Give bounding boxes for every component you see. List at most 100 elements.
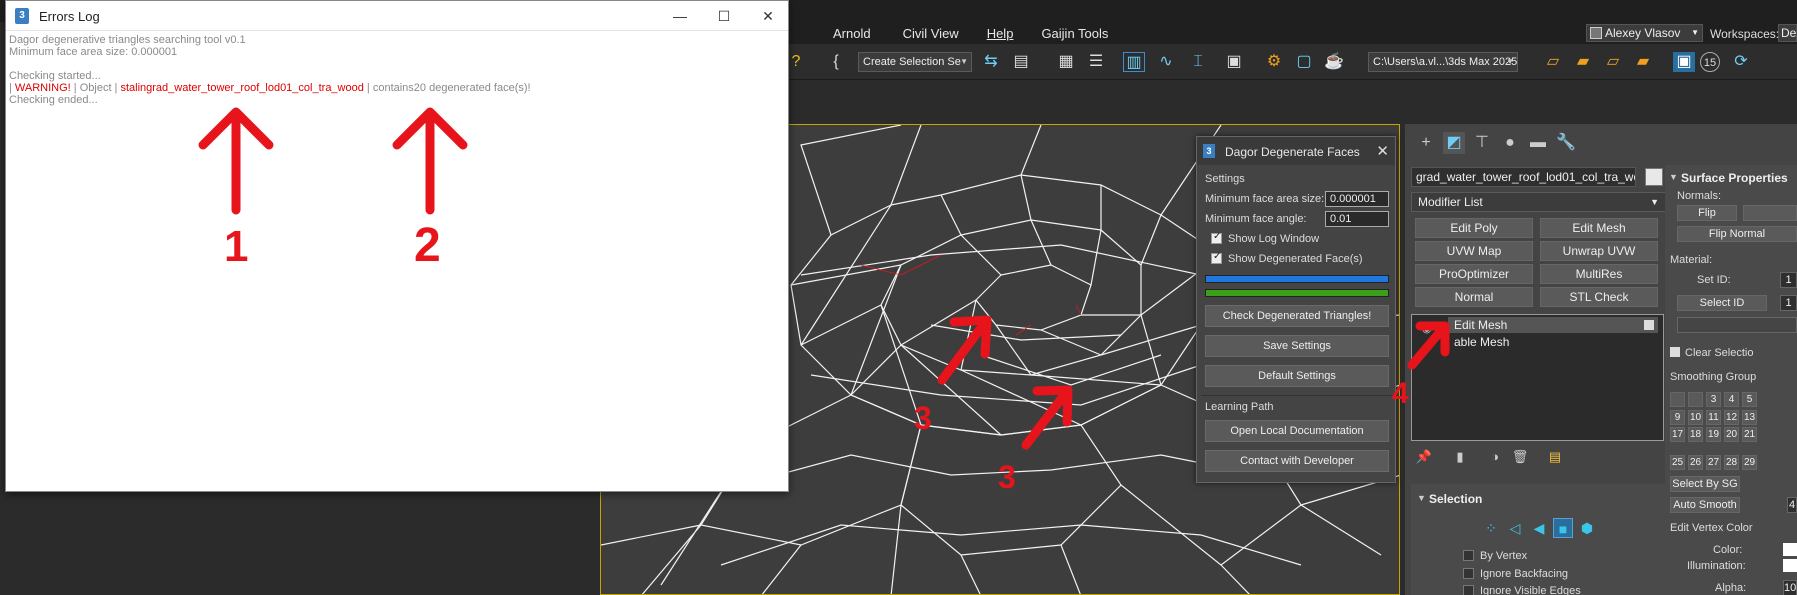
sg-button[interactable]: 21 <box>1742 427 1757 442</box>
stl-check-button[interactable]: STL Check <box>1540 287 1658 307</box>
close-icon[interactable]: ✕ <box>748 5 788 27</box>
alpha-field[interactable]: 10 <box>1783 580 1797 595</box>
maximize-icon[interactable]: ☐ <box>704 5 744 27</box>
sg-button[interactable]: 18 <box>1688 427 1703 442</box>
sg-button[interactable]: 19 <box>1706 427 1721 442</box>
ignore-visible-edges-checkbox[interactable]: Ignore Visible Edges <box>1463 585 1581 595</box>
sg-button[interactable]: 25 <box>1670 455 1685 470</box>
new-folder-icon[interactable]: ▱ <box>1542 52 1564 72</box>
min-area-input[interactable]: 0.000001 <box>1325 191 1389 207</box>
sg-button[interactable]: 26 <box>1688 455 1703 470</box>
open-documentation-button[interactable]: Open Local Documentation <box>1205 420 1389 442</box>
ignore-backfacing-checkbox[interactable]: Ignore Backfacing <box>1463 568 1568 580</box>
sg-button[interactable]: 11 <box>1706 410 1721 425</box>
check-degenerated-button[interactable]: Check Degenerated Triangles! <box>1205 305 1389 327</box>
sg-button[interactable]: 3 <box>1706 392 1721 407</box>
workspace-dropdown[interactable]: De <box>1778 24 1797 42</box>
object-color-swatch[interactable] <box>1645 168 1663 186</box>
select-id-field[interactable]: 1 <box>1780 295 1797 311</box>
prooptimizer-button[interactable]: ProOptimizer <box>1415 264 1533 284</box>
sg-button[interactable] <box>1688 392 1703 407</box>
close-icon[interactable]: ✕ <box>1376 142 1389 160</box>
select-id-button[interactable]: Select ID <box>1677 295 1767 311</box>
face-mode-icon[interactable]: ◀ <box>1529 518 1549 538</box>
edit-mesh-button[interactable]: Edit Mesh <box>1540 218 1658 238</box>
unwrap-uvw-button[interactable]: Unwrap UVW <box>1540 241 1658 261</box>
configure-sets-icon[interactable]: ▤ <box>1546 448 1564 466</box>
auto-smooth-threshold-field[interactable]: 4 <box>1787 497 1797 513</box>
by-vertex-checkbox[interactable]: By Vertex <box>1463 550 1527 562</box>
eye-icon[interactable]: ◉ <box>1422 322 1432 335</box>
display-tab-icon[interactable]: ▬ <box>1527 132 1549 154</box>
show-degenerated-faces-checkbox[interactable]: Show Degenerated Face(s) <box>1211 251 1363 265</box>
open-folder-icon[interactable]: ▰ <box>1572 52 1594 72</box>
normal-button[interactable]: Normal <box>1415 287 1533 307</box>
sg-button[interactable]: 10 <box>1688 410 1703 425</box>
min-angle-input[interactable]: 0.01 <box>1325 211 1389 227</box>
motion-tab-icon[interactable]: ● <box>1499 132 1521 154</box>
layer-explorer-icon[interactable]: ☰ <box>1085 52 1107 72</box>
menu-civil-view[interactable]: Civil View <box>891 26 971 41</box>
mirror-icon[interactable]: ⇆ <box>980 52 1002 72</box>
default-settings-button[interactable]: Default Settings <box>1205 365 1389 387</box>
render-teapot-icon[interactable]: ☕ <box>1323 52 1345 72</box>
stack-item-editable-mesh[interactable]: able Mesh <box>1454 334 1509 350</box>
history-15-icon[interactable]: 15 <box>1700 52 1720 72</box>
sg-button[interactable]: 5 <box>1742 392 1757 407</box>
sg-button[interactable]: 20 <box>1724 427 1739 442</box>
multires-button[interactable]: MultiRes <box>1540 264 1658 284</box>
green-color-bar[interactable] <box>1205 289 1389 297</box>
menu-help[interactable]: Help <box>975 26 1026 41</box>
stack-item-edit-mesh[interactable]: Edit Mesh <box>1448 317 1658 333</box>
export-folder-icon[interactable]: ▰ <box>1632 52 1654 72</box>
save-icon[interactable]: ▣ <box>1673 52 1695 72</box>
modifier-list-dropdown[interactable]: Modifier List <box>1411 192 1666 212</box>
curve-editor-icon[interactable]: ∿ <box>1155 52 1177 72</box>
sg-button[interactable]: 4 <box>1724 392 1739 407</box>
edge-mode-icon[interactable]: ◁ <box>1505 518 1525 538</box>
utilities-tab-icon[interactable]: 🔧 <box>1555 132 1577 154</box>
material-editor-icon[interactable]: ▣ <box>1223 52 1245 72</box>
edit-poly-button[interactable]: Edit Poly <box>1415 218 1533 238</box>
hierarchy-tab-icon[interactable]: ⊤ <box>1471 132 1493 154</box>
make-unique-icon[interactable]: ◑ <box>1486 448 1504 466</box>
vertex-mode-icon[interactable]: ⁘ <box>1481 518 1501 538</box>
dialog-title-bar[interactable]: 3 Dagor Degenerate Faces ✕ <box>1197 137 1395 165</box>
scene-explorer-icon[interactable]: ▦ <box>1055 52 1077 72</box>
sg-button[interactable]: 13 <box>1742 410 1757 425</box>
log-content[interactable]: Dagor degenerative triangles searching t… <box>9 34 781 489</box>
auto-smooth-button[interactable]: Auto Smooth <box>1670 497 1740 513</box>
sg-button[interactable]: 9 <box>1670 410 1685 425</box>
sg-button[interactable]: 29 <box>1742 455 1757 470</box>
menu-arnold[interactable]: Arnold <box>821 26 883 41</box>
sg-button[interactable]: 28 <box>1724 455 1739 470</box>
uvw-map-button[interactable]: UVW Map <box>1415 241 1533 261</box>
blue-color-bar[interactable] <box>1205 275 1389 283</box>
pin-stack-icon[interactable]: 📌 <box>1415 448 1433 466</box>
show-log-window-checkbox[interactable]: Show Log Window <box>1211 231 1319 245</box>
vertex-color-swatch[interactable] <box>1783 543 1797 556</box>
menu-gaijin-tools[interactable]: Gaijin Tools <box>1029 26 1120 41</box>
stack-toggle[interactable] <box>1644 320 1654 330</box>
sync-icon[interactable]: ⟳ <box>1730 52 1752 72</box>
bracket-named-sets-icon[interactable]: { <box>825 52 847 72</box>
set-id-field[interactable]: 1 <box>1780 272 1797 288</box>
collapse-triangle-icon[interactable]: ▼ <box>1417 493 1426 503</box>
project-folder-icon[interactable]: ▱ <box>1602 52 1624 72</box>
minimize-icon[interactable]: — <box>660 5 700 27</box>
unify-button[interactable] <box>1743 205 1797 221</box>
selection-set-dropdown[interactable]: Create Selection Se <box>858 52 972 72</box>
show-end-result-icon[interactable]: ▮ <box>1451 448 1469 466</box>
sg-button[interactable]: 12 <box>1724 410 1739 425</box>
user-account-dropdown[interactable]: Alexey Vlasov ▼ <box>1586 24 1703 42</box>
flip-button[interactable]: Flip <box>1677 205 1737 221</box>
object-name-field[interactable]: grad_water_tower_roof_lod01_col_tra_wood <box>1411 167 1636 187</box>
align-icon[interactable]: ▤ <box>1010 52 1032 72</box>
render-frame-icon[interactable]: ▢ <box>1293 52 1315 72</box>
remove-modifier-icon[interactable]: 🗑 <box>1511 448 1529 466</box>
schematic-view-icon[interactable]: ⌶ <box>1187 52 1209 72</box>
select-by-sg-button[interactable]: Select By SG <box>1670 476 1740 492</box>
project-path-dropdown[interactable]: C:\Users\a.vl...\3ds Max 2025 <box>1368 52 1518 72</box>
clear-selection-checkbox[interactable]: Clear Selectio <box>1670 347 1753 359</box>
material-name-dropdown[interactable] <box>1677 317 1797 333</box>
